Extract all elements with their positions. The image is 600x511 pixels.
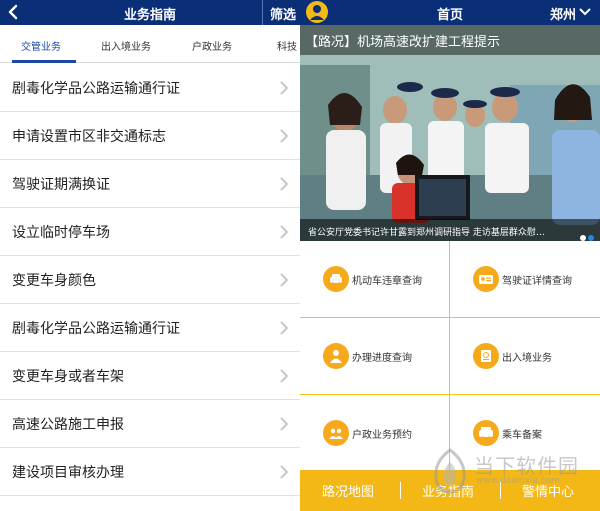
- news-photo: [300, 25, 600, 241]
- service-household-booking[interactable]: 户政业务预约: [300, 395, 450, 471]
- active-tab-indicator: [12, 60, 76, 63]
- watermark-title: 当下软件园: [474, 454, 579, 478]
- guide-title: 业务指南: [123, 8, 176, 23]
- home-header: 首页 郑州: [300, 0, 600, 25]
- service-grid: 机动车违章查询 驾驶证详情查询 办理进度查询 出入境业务 户政业务预约 乘车备案: [300, 241, 600, 470]
- service-label: 办理进度查询: [352, 353, 412, 364]
- list-item[interactable]: 剧毒化学品公路运输通行证: [0, 64, 300, 112]
- chevron-right-icon: [280, 129, 288, 143]
- list-item[interactable]: 变更车身颜色: [0, 256, 300, 304]
- list-item[interactable]: 驾驶证期满换证: [0, 160, 300, 208]
- list-item[interactable]: 高速公路施工申报: [0, 400, 300, 448]
- chevron-right-icon: [280, 273, 288, 287]
- list-item[interactable]: 建设项目审核办理: [0, 448, 300, 496]
- service-label: 出入境业务: [502, 353, 552, 364]
- license-card-icon: [473, 266, 499, 292]
- list-item[interactable]: 申请设置市区非交通标志: [0, 112, 300, 160]
- watermark-url: www.downxia.com: [476, 476, 560, 486]
- list-item-label: 高速公路施工申报: [12, 417, 124, 433]
- chevron-right-icon: [280, 465, 288, 479]
- chevron-right-icon: [280, 417, 288, 431]
- service-label: 户政业务预约: [352, 430, 412, 441]
- household-icon: [323, 420, 349, 446]
- list-item[interactable]: 剧毒化学品公路运输通行证: [0, 304, 300, 352]
- service-entry-exit[interactable]: 出入境业务: [450, 318, 600, 394]
- vehicle-record-icon: [473, 420, 499, 446]
- app-comparison: 业务指南 筛选 交管业务 出入境业务 户政业务 科技 剧毒化学品公路运输通行证 …: [0, 0, 600, 511]
- nav-divider: [400, 482, 401, 499]
- nav-traffic-map[interactable]: 路况地图: [322, 481, 374, 500]
- list-item-label: 设立临时停车场: [12, 225, 110, 241]
- guide-header: 业务指南 筛选: [0, 0, 300, 25]
- service-label: 乘车备案: [502, 430, 542, 441]
- list-item-label: 剧毒化学品公路运输通行证: [12, 321, 180, 337]
- list-item-label: 申请设置市区非交通标志: [12, 129, 166, 145]
- guide-list: 剧毒化学品公路运输通行证 申请设置市区非交通标志 驾驶证期满换证 设立临时停车场…: [0, 64, 300, 496]
- watermark: 当下软件园 www.downxia.com: [430, 448, 590, 498]
- list-item-label: 驾驶证期满换证: [12, 177, 110, 193]
- news-banner[interactable]: 【路况】机场高速改扩建工程提示 省公安厅党委书记许甘露到郑州调研指导 走访基层群…: [300, 25, 600, 241]
- banner-headline: 【路况】机场高速改扩建工程提示: [300, 25, 600, 55]
- service-label: 机动车违章查询: [352, 276, 422, 287]
- passport-icon: [473, 343, 499, 369]
- carousel-dots: [578, 226, 594, 241]
- chevron-down-icon[interactable]: [579, 8, 591, 16]
- service-violation-query[interactable]: 机动车违章查询: [300, 241, 450, 317]
- banner-caption: 省公安厅党委书记许甘露到郑州调研指导 走访基层群众慰…: [300, 219, 600, 241]
- service-label: 驾驶证详情查询: [502, 276, 572, 287]
- service-progress-query[interactable]: 办理进度查询: [300, 318, 450, 394]
- tab-household[interactable]: 户政业务: [192, 38, 232, 53]
- list-item-label: 建设项目审核办理: [12, 465, 124, 481]
- list-item[interactable]: 设立临时停车场: [0, 208, 300, 256]
- home-screen: 首页 郑州 【路况】机场高速改扩建工程提示 省公安厅党委书记许甘露到郑州调研指导…: [300, 0, 600, 511]
- tab-tech[interactable]: 科技: [277, 38, 297, 53]
- car-icon: [323, 266, 349, 292]
- city-selector[interactable]: 郑州: [550, 4, 576, 23]
- chevron-right-icon: [280, 321, 288, 335]
- chevron-right-icon: [280, 225, 288, 239]
- list-item-label: 变更车身或者车架: [12, 369, 124, 385]
- business-guide-screen: 业务指南 筛选 交管业务 出入境业务 户政业务 科技 剧毒化学品公路运输通行证 …: [0, 0, 300, 511]
- category-tabs: 交管业务 出入境业务 户政业务 科技: [0, 25, 300, 63]
- header-divider: [262, 0, 263, 25]
- chevron-right-icon: [280, 177, 288, 191]
- chevron-right-icon: [280, 81, 288, 95]
- list-item-label: 剧毒化学品公路运输通行证: [12, 81, 180, 97]
- watermark-logo-icon: [434, 448, 466, 494]
- filter-button[interactable]: 筛选: [270, 4, 296, 23]
- service-license-query[interactable]: 驾驶证详情查询: [450, 241, 600, 317]
- tab-traffic[interactable]: 交管业务: [21, 38, 61, 53]
- progress-person-icon: [323, 343, 349, 369]
- list-item[interactable]: 变更车身或者车架: [0, 352, 300, 400]
- list-item-label: 变更车身颜色: [12, 273, 96, 289]
- chevron-right-icon: [280, 369, 288, 383]
- tab-entry-exit[interactable]: 出入境业务: [101, 38, 151, 53]
